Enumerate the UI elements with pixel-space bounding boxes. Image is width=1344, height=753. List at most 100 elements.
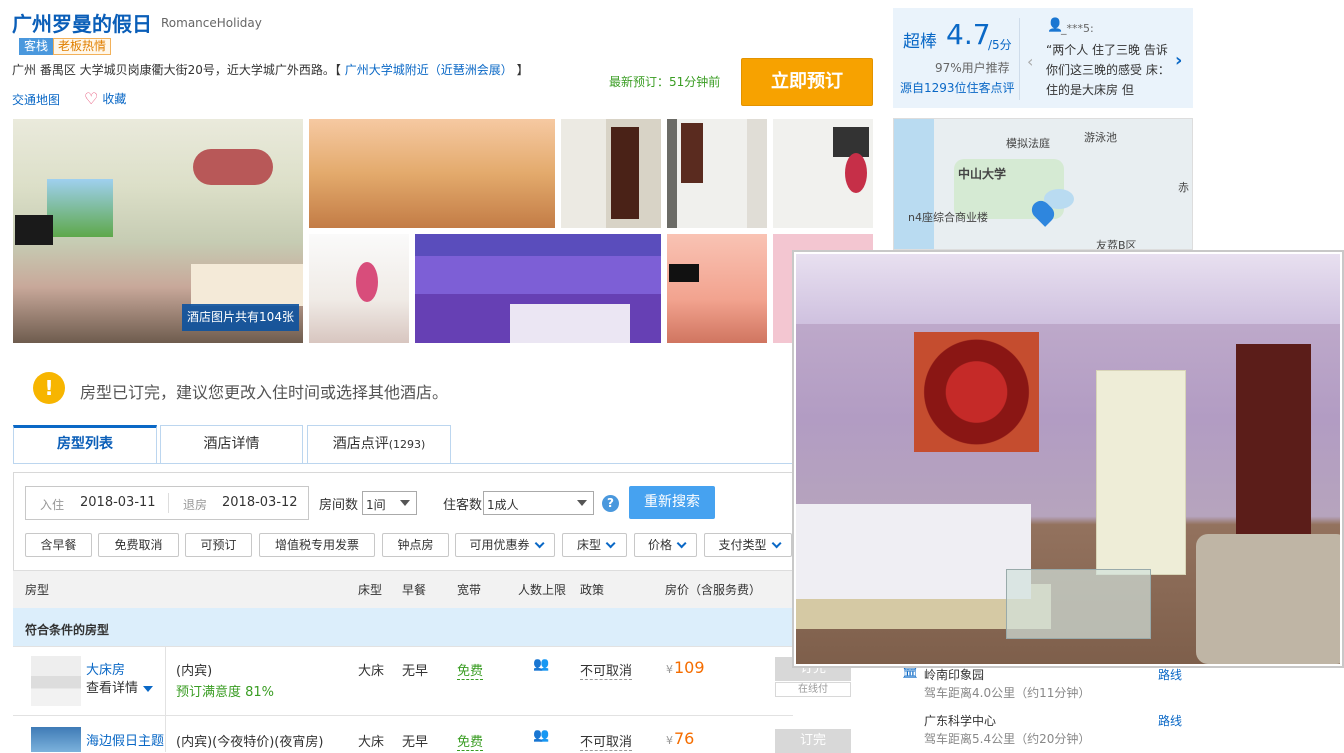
breakfast: 无早 (402, 664, 429, 679)
book-now-button[interactable]: 立即预订 (741, 58, 873, 106)
warning-icon: ! (33, 372, 65, 404)
bed-type: 大床 (358, 735, 385, 750)
hotel-photo-door[interactable] (561, 119, 661, 228)
hotel-photo-lavender-room[interactable] (415, 234, 661, 343)
photo-bed (191, 264, 303, 306)
filter-bed-type[interactable]: 床型 (562, 533, 627, 557)
chevron-left-icon[interactable]: ‹ (1027, 52, 1033, 71)
two-people-icon: 👥 (533, 728, 550, 743)
photo-tv (669, 264, 699, 282)
map-label: 中山大学 (958, 167, 1007, 181)
rooms-select[interactable]: 1间 (362, 491, 417, 515)
hotel-address: 广州 番禺区 大学城贝岗康衢大街20号，近大学城广外西路。【 广州大学城附近（近… (12, 61, 529, 78)
broadband[interactable]: 免费 (457, 731, 484, 751)
map-label: n4座综合商业楼 (908, 211, 988, 224)
filter-bookable[interactable]: 可预订 (185, 533, 252, 557)
map-label: 游泳池 (1084, 131, 1117, 144)
photo-flower (845, 153, 867, 193)
chevron-down-icon (400, 500, 410, 506)
filter-coupon-label: 可用优惠券 (469, 538, 530, 552)
sold-out-button[interactable]: 订完 (775, 729, 851, 753)
hotel-title: 广州罗曼的假日 (12, 12, 152, 36)
photo-mural (47, 179, 113, 237)
room-thumbnail[interactable] (31, 656, 81, 706)
room-name-link[interactable]: 海边假日主题 (86, 730, 164, 749)
traffic-map-link[interactable]: 交通地图 (12, 91, 60, 108)
nearby-place: 广东科学中心 (924, 714, 997, 728)
row-divider (13, 715, 793, 716)
tab-hotel-details[interactable]: 酒店详情 (160, 425, 303, 463)
research-button[interactable]: 重新搜索 (629, 486, 715, 519)
header-price: 房价（含服务费） (665, 583, 762, 597)
filter-vat-invoice[interactable]: 增值税专用发票 (259, 533, 375, 557)
cancel-policy[interactable]: 不可取消 (580, 731, 633, 751)
photo-door (681, 123, 703, 183)
help-icon[interactable]: ? (602, 495, 619, 512)
currency-symbol: ¥ (666, 734, 673, 747)
date-divider (168, 493, 169, 513)
hotel-photo-staircase[interactable] (309, 234, 409, 343)
tag-inn: 客栈 (19, 38, 54, 55)
tab-reviews[interactable]: 酒店点评(1293) (307, 425, 451, 463)
photo-count-badge[interactable]: 酒店图片共有104张 (182, 304, 299, 331)
tab-reviews-count: (1293) (388, 438, 426, 451)
rooms-label: 房间数 (319, 498, 359, 513)
header-bed: 床型 (358, 583, 383, 597)
address-bracket: 】 (516, 63, 529, 77)
filter-payment-type[interactable]: 支付类型 (704, 533, 792, 557)
map-label: 模拟法庭 (1006, 137, 1050, 150)
two-people-icon: 👥 (533, 657, 550, 672)
photo-tv (15, 215, 53, 245)
filter-coupon[interactable]: 可用优惠券 (455, 533, 555, 557)
broadband[interactable]: 免费 (457, 660, 484, 680)
currency-symbol: ¥ (666, 663, 673, 676)
reviews-count-link[interactable]: 源自1293位住客点评 (900, 79, 1015, 96)
route-link[interactable]: 路线 (1158, 666, 1182, 683)
preview-sofa (1196, 534, 1340, 664)
route-link[interactable]: 路线 (1158, 712, 1182, 729)
chevron-right-icon[interactable]: › (1175, 50, 1182, 71)
header-breakfast: 早餐 (402, 583, 427, 597)
tag-friendly-owner: 老板热情 (53, 38, 112, 55)
chevron-down-icon (605, 538, 616, 549)
hotel-photo-pink-room[interactable] (667, 234, 767, 343)
filter-free-cancel[interactable]: 免费取消 (98, 533, 179, 557)
hotel-photo-stairs[interactable] (773, 119, 873, 228)
area-link[interactable]: 广州大学城附近（近琶洲会展） (345, 63, 513, 77)
checkout-date[interactable]: 2018-03-12 (222, 495, 298, 510)
rooms-value: 1间 (366, 498, 386, 512)
nearby-place: 岭南印象园 (924, 668, 985, 682)
hotel-photo-corridor[interactable] (667, 119, 767, 228)
chevron-down-icon (771, 538, 782, 549)
tab-room-list[interactable]: 房型列表 (13, 425, 157, 464)
checkin-date[interactable]: 2018-03-11 (80, 495, 156, 510)
header-room-type: 房型 (25, 583, 50, 597)
header-max-guests: 人数上限 (518, 583, 567, 597)
guests-select[interactable]: 1成人 (483, 491, 594, 515)
nearby-distance: 驾车距离5.4公里（约20分钟） (924, 732, 1091, 746)
checkout-label: 退房 (183, 498, 208, 512)
room-price: ¥76 (666, 729, 694, 748)
filter-hourly-room[interactable]: 钟点房 (382, 533, 449, 557)
room-source: (内宾)(今夜特价)(夜宵房) (176, 735, 324, 750)
room-details-label: 查看详情 (86, 681, 139, 696)
cancel-policy[interactable]: 不可取消 (580, 660, 633, 680)
preview-room-photo (796, 254, 1340, 664)
room-details-toggle[interactable]: 查看详情 (86, 677, 154, 696)
date-range-picker[interactable]: 入住 2018-03-11 退房 2018-03-12 (25, 486, 309, 520)
mini-map[interactable]: 模拟法庭 游泳池 中山大学 赤 n4座综合商业楼 友荔B区 (893, 118, 1193, 250)
heart-icon: ♡ (84, 89, 99, 108)
header-policy: 政策 (580, 583, 605, 597)
filter-price[interactable]: 价格 (634, 533, 697, 557)
favorite-button[interactable]: ♡ 收藏 (84, 89, 126, 108)
matching-rooms-label: 符合条件的房型 (25, 623, 110, 637)
chevron-down-icon (676, 538, 687, 549)
photo-shelf (833, 127, 869, 157)
room-thumbnail[interactable] (31, 727, 81, 752)
filter-breakfast[interactable]: 含早餐 (25, 533, 92, 557)
hotel-photo-lobby[interactable] (309, 119, 555, 228)
room-name-link[interactable]: 大床房 (86, 659, 125, 678)
bed-type: 大床 (358, 664, 385, 679)
satisfaction-rate: 预订满意度 81% (176, 685, 275, 700)
chevron-down-icon (534, 538, 545, 549)
